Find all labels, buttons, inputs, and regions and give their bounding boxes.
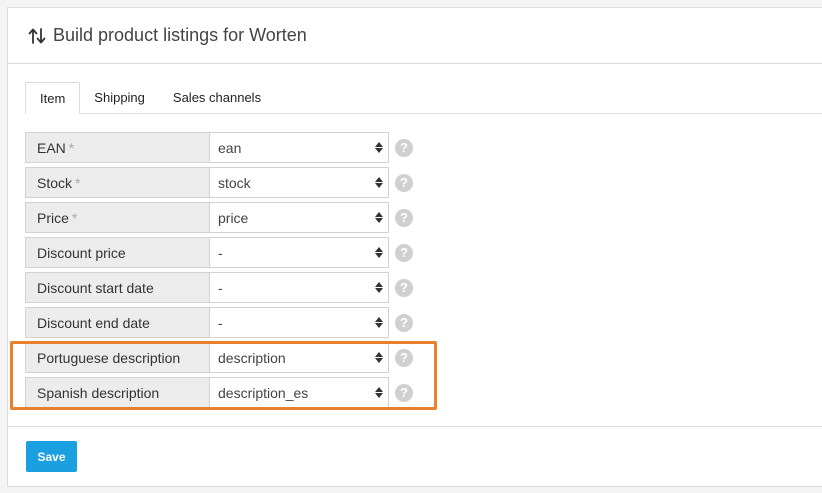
main-panel: Build product listings for Worten Item S…	[7, 7, 822, 487]
select-arrows-icon	[375, 282, 383, 293]
field-label-text: EAN	[37, 139, 66, 156]
field-label-text: Price	[37, 209, 69, 226]
select-arrows-icon	[375, 142, 383, 153]
form-row-price: Price * price ?	[25, 202, 413, 233]
help-icon[interactable]: ?	[395, 138, 413, 157]
field-label: Discount start date	[25, 272, 209, 303]
select-value: -	[218, 279, 223, 296]
field-label-text: Discount end date	[37, 314, 150, 331]
help-icon[interactable]: ?	[395, 208, 413, 227]
help-icon[interactable]: ?	[395, 243, 413, 262]
field-label: Stock *	[25, 167, 209, 198]
select-arrows-icon	[375, 387, 383, 398]
tab-shipping[interactable]: Shipping	[80, 81, 159, 113]
tab-bar: Item Shipping Sales channels	[25, 82, 822, 114]
field-label-text: Stock	[37, 174, 73, 191]
spanish-description-select[interactable]: description_es	[209, 377, 389, 408]
help-icon[interactable]: ?	[395, 383, 413, 402]
field-label-text: Discount start date	[37, 279, 154, 296]
help-icon[interactable]: ?	[395, 278, 413, 297]
panel-header: Build product listings for Worten	[8, 8, 822, 64]
stock-select[interactable]: stock	[209, 167, 389, 198]
page-title: Build product listings for Worten	[53, 25, 307, 45]
sort-arrows-icon	[27, 25, 47, 47]
price-select[interactable]: price	[209, 202, 389, 233]
discount-price-select[interactable]: -	[209, 237, 389, 268]
form-row-portuguese-description: Portuguese description description ?	[25, 342, 413, 373]
field-label: Spanish description	[25, 377, 209, 408]
form-row-discount-price: Discount price - ?	[25, 237, 413, 268]
select-value: -	[218, 244, 223, 261]
field-label-text: Portuguese description	[37, 349, 181, 366]
select-value: -	[218, 314, 223, 331]
select-value: description_es	[218, 384, 309, 401]
field-label: Discount price	[25, 237, 209, 268]
select-value: ean	[218, 139, 242, 156]
select-arrows-icon	[375, 317, 383, 328]
form-row-spanish-description: Spanish description description_es ?	[25, 377, 413, 408]
field-label-text: Spanish description	[37, 384, 160, 401]
select-value: stock	[218, 174, 251, 191]
field-label: Price *	[25, 202, 209, 233]
discount-start-date-select[interactable]: -	[209, 272, 389, 303]
field-label-text: Discount price	[37, 244, 126, 261]
form-row-discount-start-date: Discount start date - ?	[25, 272, 413, 303]
select-arrows-icon	[375, 212, 383, 223]
tab-item[interactable]: Item	[25, 82, 81, 114]
required-marker: *	[75, 174, 81, 191]
form-row-ean: EAN * ean ?	[25, 132, 413, 163]
save-button[interactable]: Save	[26, 441, 77, 472]
discount-end-date-select[interactable]: -	[209, 307, 389, 338]
field-label: EAN *	[25, 132, 209, 163]
ean-select[interactable]: ean	[209, 132, 389, 163]
help-icon[interactable]: ?	[395, 348, 413, 367]
footer-divider	[8, 426, 822, 427]
required-marker: *	[68, 139, 75, 156]
field-mapping-form: EAN * ean ? Stock * stock ? Price * pric…	[25, 132, 413, 412]
select-arrows-icon	[375, 247, 383, 258]
required-marker: *	[71, 209, 78, 226]
form-row-discount-end-date: Discount end date - ?	[25, 307, 413, 338]
help-icon[interactable]: ?	[395, 313, 413, 332]
field-label: Discount end date	[25, 307, 209, 338]
select-value: price	[218, 209, 249, 226]
portuguese-description-select[interactable]: description	[209, 342, 389, 373]
select-arrows-icon	[375, 177, 383, 188]
select-arrows-icon	[375, 352, 383, 363]
tab-sales-channels[interactable]: Sales channels	[159, 81, 275, 113]
help-icon[interactable]: ?	[395, 173, 413, 192]
select-value: description	[218, 349, 286, 366]
form-row-stock: Stock * stock ?	[25, 167, 413, 198]
field-label: Portuguese description	[25, 342, 209, 373]
